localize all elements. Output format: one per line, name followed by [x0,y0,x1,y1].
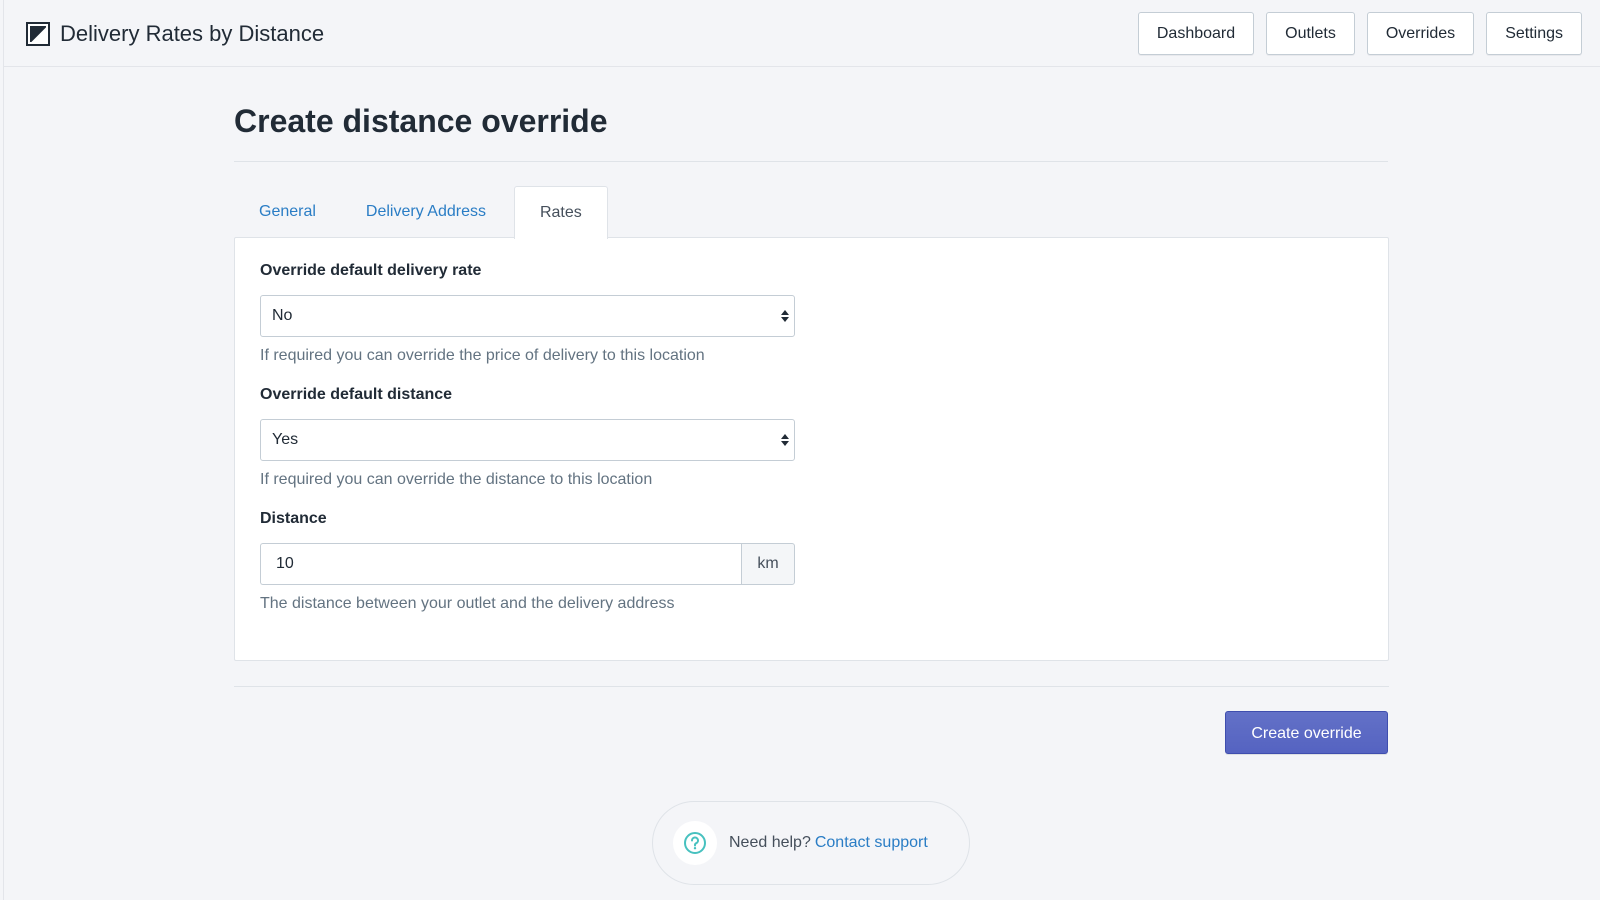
distance-field: Distance 10 km The distance between your… [260,510,795,613]
override-rate-select[interactable]: No [260,295,795,337]
app-logo-icon [26,22,50,46]
help-prefix: Need help? [729,834,811,851]
app-title: Delivery Rates by Distance [60,21,325,46]
override-distance-value: Yes [272,431,299,448]
nav-overrides-button[interactable]: Overrides [1366,12,1475,55]
select-arrows-icon [781,434,789,446]
form-tabs: General Delivery Address Rates [234,186,608,239]
distance-input-group: 10 km [260,543,795,585]
contact-support-link[interactable]: Contact support [815,834,928,851]
distance-unit-addon: km [741,543,795,585]
nav-settings-button[interactable]: Settings [1486,12,1582,55]
page-edge [3,0,4,900]
override-rate-help: If required you can override the price o… [260,347,705,364]
distance-input[interactable]: 10 [260,543,741,585]
distance-help: The distance between your outlet and the… [260,595,675,612]
override-distance-label: Override default distance [260,386,453,403]
tab-rates[interactable]: Rates [513,186,608,239]
override-rate-value: No [272,307,293,324]
rates-panel: Override default delivery rate No If req… [234,237,1389,661]
tab-delivery-address[interactable]: Delivery Address [341,186,511,238]
top-bar: Delivery Rates by Distance Dashboard Out… [4,0,1600,67]
distance-label: Distance [260,510,327,527]
title-divider [234,161,1388,162]
override-distance-help: If required you can override the distanc… [260,471,653,488]
override-distance-field: Override default distance Yes If require… [260,386,795,489]
create-override-button[interactable]: Create override [1225,711,1388,754]
top-nav: Dashboard Outlets Overrides Settings [1137,12,1582,55]
nav-outlets-button[interactable]: Outlets [1266,12,1355,55]
override-rate-field: Override default delivery rate No If req… [260,262,795,365]
actions-divider [234,686,1389,687]
select-arrows-icon [781,310,789,322]
override-rate-label: Override default delivery rate [260,262,482,279]
page-title: Create distance override [234,103,608,139]
nav-dashboard-button[interactable]: Dashboard [1137,12,1255,55]
help-icon-wrap [673,821,717,865]
help-text: Need help? Contact support [729,834,928,852]
question-circle-icon [684,832,706,854]
help-footer: Need help? Contact support [652,801,970,885]
tab-general[interactable]: General [234,186,341,238]
app-brand: Delivery Rates by Distance [26,21,324,47]
override-distance-select[interactable]: Yes [260,419,795,461]
